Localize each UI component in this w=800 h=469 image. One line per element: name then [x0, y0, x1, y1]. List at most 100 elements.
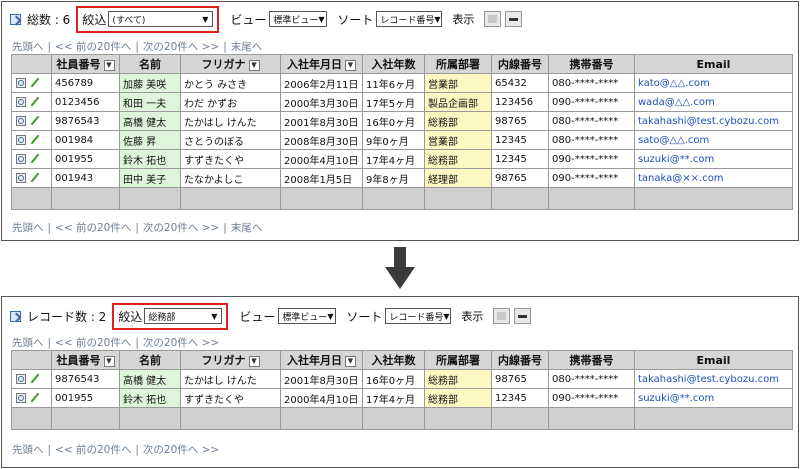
header-dept[interactable]: 所属部署: [424, 350, 492, 370]
panel-icon[interactable]: [10, 13, 21, 25]
pencil-icon[interactable]: [30, 374, 40, 384]
sort-dropdown-icon[interactable]: ▼: [248, 355, 260, 367]
chevron-down-icon: ▼: [202, 14, 209, 24]
sort-dropdown-icon[interactable]: ▼: [103, 59, 115, 71]
view-select[interactable]: 標準ビュー ▼: [278, 308, 337, 324]
nav-prev-link[interactable]: << 前の20件へ: [55, 41, 131, 53]
record-table: 社員番号 ▼ 名前 フリガナ ▼ 入社年月日 ▼ 入社年数 所属部署 内線番号 携帯番…: [11, 54, 793, 210]
cell-email-link[interactable]: suzuki@**.com: [634, 149, 793, 169]
pencil-icon[interactable]: [30, 173, 40, 183]
list-view-button[interactable]: [505, 11, 523, 27]
table-header-row: 社員番号 ▼ 名前 フリガナ ▼ 入社年月日 ▼ 入社年数 所属部署 内線番号 携帯番…: [11, 54, 793, 74]
cell-kana: たかはし けんた: [180, 111, 281, 131]
magnifier-icon[interactable]: [16, 373, 26, 384]
pencil-icon[interactable]: [30, 393, 40, 403]
header-kana[interactable]: フリガナ ▼: [180, 350, 281, 370]
cell-mobile: 080-****-****: [548, 111, 635, 131]
filter-select[interactable]: (すべて) ▼: [108, 11, 214, 27]
view-select[interactable]: 標準ビュー ▼: [269, 11, 328, 27]
magnifier-icon[interactable]: [16, 134, 26, 145]
nav-last-link[interactable]: 末尾へ: [231, 41, 263, 53]
header-tenure[interactable]: 入社年数: [362, 54, 425, 74]
nav-last-link[interactable]: 末尾へ: [231, 222, 263, 234]
sort-select[interactable]: レコード番号 ▼: [376, 11, 443, 27]
cell-email-link[interactable]: wada@△△.com: [634, 92, 793, 112]
toolbar: 総数 : 6 絞込 (すべて) ▼ ビュー 標準ビュー ▼ ソート レコード番号…: [10, 2, 523, 36]
cell-email-link[interactable]: takahashi@test.cybozu.com: [634, 111, 793, 131]
magnifier-icon[interactable]: [16, 172, 26, 183]
pencil-icon[interactable]: [30, 154, 40, 164]
header-email[interactable]: Email: [634, 54, 793, 74]
cell-kana: さとうのぼる: [180, 130, 281, 150]
nav-next-link[interactable]: 次の20件へ >>: [143, 41, 219, 53]
pencil-icon[interactable]: [30, 97, 40, 107]
nav-first-link[interactable]: 先頭へ: [12, 444, 44, 456]
grid-view-button[interactable]: [493, 308, 511, 324]
header-emp-no[interactable]: 社員番号 ▼: [51, 54, 120, 74]
header-hire-date[interactable]: 入社年月日 ▼: [280, 350, 363, 370]
view-select-value: 標準ビュー: [282, 312, 328, 323]
header-email[interactable]: Email: [634, 350, 793, 370]
cell-emp-no: 001943: [51, 168, 120, 188]
magnifier-icon[interactable]: [16, 392, 26, 403]
header-name[interactable]: 名前: [119, 54, 181, 74]
cell-hire-date: 2008年8月30日: [280, 130, 363, 150]
cell-ext: 98765: [491, 369, 549, 389]
cell-kana: たかはし けんた: [180, 369, 281, 389]
nav-first-link[interactable]: 先頭へ: [12, 222, 44, 234]
filter-select[interactable]: 総務部 ▼: [144, 308, 223, 324]
pencil-icon[interactable]: [30, 116, 40, 126]
header-tenure[interactable]: 入社年数: [362, 350, 425, 370]
header-name[interactable]: 名前: [119, 350, 181, 370]
header-ext[interactable]: 内線番号: [491, 350, 549, 370]
nav-prev-link[interactable]: << 前の20件へ: [55, 222, 131, 234]
header-kana[interactable]: フリガナ ▼: [180, 54, 281, 74]
nav-prev-link[interactable]: << 前の20件へ: [55, 337, 131, 349]
list-view-button[interactable]: [514, 308, 532, 324]
view-label: ビュー: [239, 309, 276, 324]
magnifier-icon[interactable]: [16, 77, 26, 88]
header-ext[interactable]: 内線番号: [491, 54, 549, 74]
sort-label: ソート: [346, 309, 383, 324]
pencil-icon[interactable]: [30, 78, 40, 88]
header-hire-date[interactable]: 入社年月日 ▼: [280, 54, 363, 74]
sort-dropdown-icon[interactable]: ▼: [103, 355, 115, 367]
magnifier-icon[interactable]: [16, 96, 26, 107]
cell-emp-no: 9876543: [51, 369, 120, 389]
grid-view-button[interactable]: [484, 11, 502, 27]
nav-first-link[interactable]: 先頭へ: [12, 337, 44, 349]
cell-ext: 98765: [491, 168, 549, 188]
cell-email-link[interactable]: kato@△△.com: [634, 73, 793, 93]
header-mobile[interactable]: 携帯番号: [548, 350, 635, 370]
cell-email-link[interactable]: suzuki@**.com: [634, 388, 793, 408]
nav-prev-link[interactable]: << 前の20件へ: [55, 444, 131, 456]
cell-email-link[interactable]: sato@△△.com: [634, 130, 793, 150]
chevron-down-icon: ▼: [318, 14, 325, 24]
cell-email-link[interactable]: tanaka@××.com: [634, 168, 793, 188]
header-emp-no[interactable]: 社員番号 ▼: [51, 350, 120, 370]
sort-select[interactable]: レコード番号 ▼: [385, 308, 452, 324]
row-actions: [11, 92, 52, 112]
pencil-icon[interactable]: [30, 135, 40, 145]
nav-first-link[interactable]: 先頭へ: [12, 41, 44, 53]
table-row: 001943 田中 美子 たなかよしこ 2008年1月5日 9年8ヶ月 経理部 …: [11, 168, 793, 188]
sort-dropdown-icon[interactable]: ▼: [345, 59, 356, 71]
sort-dropdown-icon[interactable]: ▼: [345, 355, 356, 367]
cell-mobile: 080-****-****: [548, 130, 635, 150]
panel-icon[interactable]: [10, 310, 21, 322]
nav-next-link[interactable]: 次の20件へ >>: [143, 222, 219, 234]
sort-dropdown-icon[interactable]: ▼: [248, 59, 260, 71]
magnifier-icon[interactable]: [16, 153, 26, 164]
nav-next-link[interactable]: 次の20件へ >>: [143, 444, 219, 456]
record-list-after-filter: レコード数 : 2 絞込 総務部 ▼ ビュー 標準ビュー ▼ ソート レコード番…: [1, 296, 799, 468]
cell-dept: 総務部: [424, 369, 492, 389]
cell-email-link[interactable]: takahashi@test.cybozu.com: [634, 369, 793, 389]
record-table: 社員番号 ▼ 名前 フリガナ ▼ 入社年月日 ▼ 入社年数 所属部署 内線番号 携帯番…: [11, 350, 793, 430]
header-dept[interactable]: 所属部署: [424, 54, 492, 74]
nav-next-link[interactable]: 次の20件へ >>: [143, 337, 219, 349]
magnifier-icon[interactable]: [16, 115, 26, 126]
row-actions: [11, 369, 52, 389]
header-mobile[interactable]: 携帯番号: [548, 54, 635, 74]
table-footer-row: [11, 187, 793, 210]
cell-name: 加藤 美咲: [119, 73, 181, 93]
